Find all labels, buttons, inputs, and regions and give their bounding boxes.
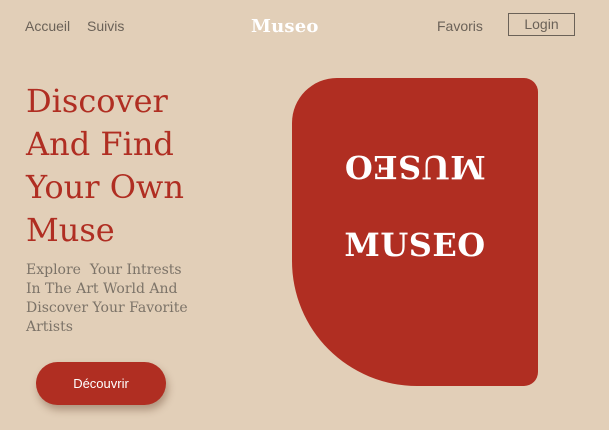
nav-link-suivis[interactable]: Suivis — [87, 18, 124, 34]
hero-subtitle-line: Artists — [26, 319, 73, 335]
hero-subtitle-line: Discover Your Favorite — [26, 300, 188, 316]
nav-link-accueil[interactable]: Accueil — [25, 18, 70, 34]
hero-title: Discover And Find Your Own Muse — [26, 80, 256, 252]
hero-subtitle-line: Explore Your Intrests — [26, 262, 182, 278]
decouvrir-button[interactable]: Découvrir — [36, 362, 166, 405]
brand-logo[interactable]: Museo — [251, 16, 319, 37]
hero-title-line: And Find — [26, 125, 174, 163]
hero-title-line: Your Own — [26, 168, 184, 206]
hero-title-line: Discover — [26, 82, 168, 120]
hero-subtitle-line: In The Art World And — [26, 281, 178, 297]
hero-subtitle: Explore Your Intrests In The Art World A… — [26, 261, 216, 337]
hero-title-line: Muse — [26, 211, 115, 249]
card-text-upright: MUSEO — [344, 226, 486, 264]
login-button[interactable]: Login — [508, 13, 575, 36]
card-text-flipped: MUSEO — [344, 148, 486, 186]
museo-card: MUSEO MUSEO — [292, 78, 538, 386]
nav-link-favoris[interactable]: Favoris — [437, 18, 483, 34]
